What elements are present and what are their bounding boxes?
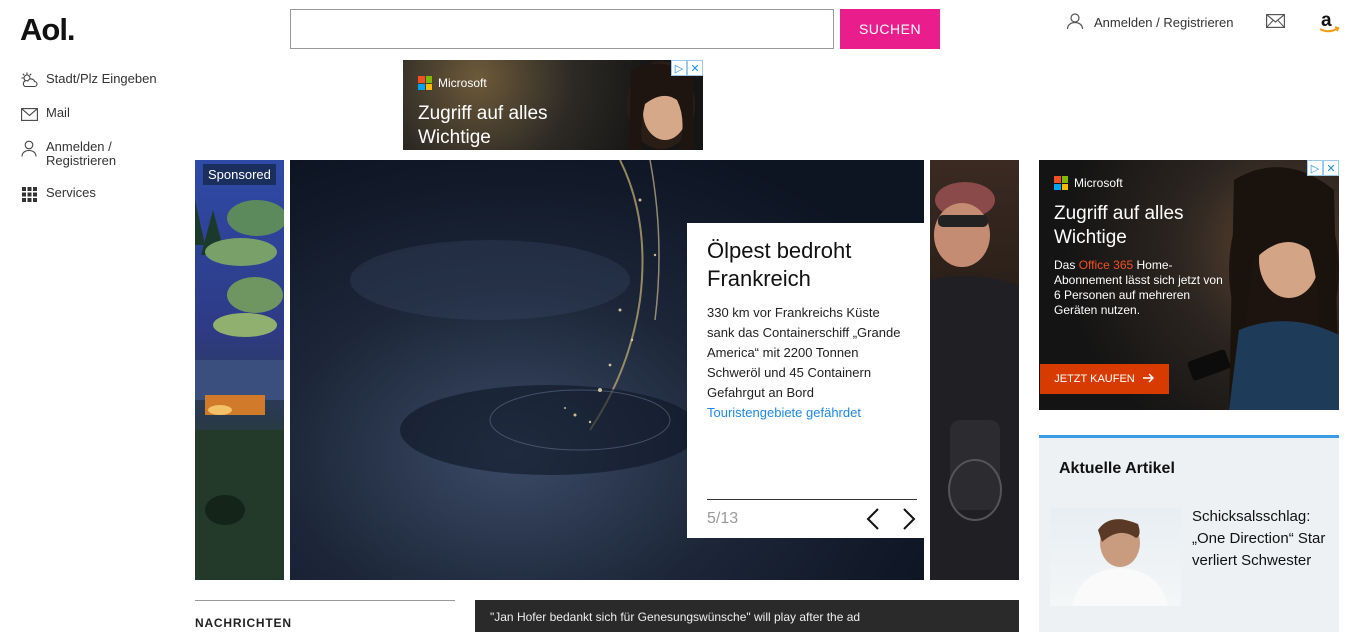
story-headline[interactable]: Ölpest bedroht Frankreich [707, 237, 904, 293]
man-photo-image [930, 182, 1019, 580]
ad-brand-label: Microsoft [1074, 176, 1123, 190]
mail-icon[interactable] [1266, 14, 1285, 33]
ad-close-icon[interactable]: ✕ [687, 60, 703, 76]
section-divider [195, 600, 455, 601]
current-articles-panel: Aktuelle Artikel Schicksalsschlag: „One … [1039, 435, 1339, 632]
sidebar-item-label: Mail [46, 105, 70, 120]
login-register-label: Anmelden / Registrieren [1094, 15, 1234, 30]
svg-text:a: a [1321, 10, 1332, 31]
user-icon [1066, 12, 1084, 33]
ad-close-icon[interactable]: ✕ [1323, 160, 1339, 176]
login-register-link[interactable]: Anmelden / Registrieren [1066, 12, 1233, 33]
sidebar-item-login[interactable]: Anmelden / Registrieren [20, 140, 190, 168]
video-ad-notice: "Jan Hofer bedankt sich für Genesungswün… [475, 600, 1019, 632]
carousel-next-slide[interactable] [930, 160, 1019, 580]
ad-body-part: Das [1054, 258, 1079, 272]
grid-icon [20, 186, 38, 202]
search-button[interactable]: SUCHEN [840, 9, 940, 49]
news-section-label[interactable]: NACHRICHTEN [195, 616, 292, 630]
chevron-right-icon[interactable] [901, 507, 917, 531]
articles-title: Aktuelle Artikel [1059, 460, 1175, 477]
carousel-arrows [865, 507, 917, 531]
sidebar-nav: Stadt/Plz Eingeben Mail Anmelden / Regis… [20, 72, 190, 220]
aol-logo[interactable]: Aol. [20, 12, 76, 48]
sidebar-item-services[interactable]: Services [20, 186, 190, 202]
ad-banner-top[interactable]: Microsoft Zugriff auf alles Wichtige ▷ ✕ [403, 60, 703, 150]
arrow-right-icon [1142, 372, 1155, 386]
sidebar-item-weather[interactable]: Stadt/Plz Eingeben [20, 72, 190, 88]
sidebar-item-mail[interactable]: Mail [20, 106, 190, 122]
microsoft-logo-icon [418, 76, 432, 90]
ad-choices[interactable]: ▷ ✕ [1307, 160, 1339, 176]
ad-info-icon[interactable]: ▷ [671, 60, 687, 76]
story-card: Ölpest bedroht Frankreich 330 km vor Fra… [687, 223, 924, 538]
slide-counter: 5/13 [707, 510, 739, 527]
sidebar-item-label: Stadt/Plz Eingeben [46, 71, 157, 86]
ad-headline: Zugriff auf alles Wichtige [418, 103, 548, 148]
ad-cta-button[interactable]: JETZT KAUFEN [1040, 364, 1169, 394]
story-summary: 330 km vor Frankreichs Küste sank das Co… [707, 305, 901, 400]
user-icon [20, 140, 38, 157]
ad-cta-label: JETZT KAUFEN [1054, 373, 1135, 385]
article-headline-link[interactable]: Schicksalsschlag: „One Direction“ Star v… [1192, 506, 1332, 572]
sidebar-item-label: Anmelden / Registrieren [46, 139, 117, 168]
ad-body-highlight: Office 365 [1078, 258, 1134, 272]
ad-brand: Microsoft [418, 76, 487, 90]
ad-banner-right[interactable]: Microsoft Zugriff auf alles Wichtige Das… [1039, 160, 1339, 410]
ad-choices[interactable]: ▷ ✕ [671, 60, 703, 76]
game-scene-image [195, 200, 284, 580]
sidebar-item-label: Services [46, 185, 96, 200]
carousel-prev-slide[interactable]: Sponsored [195, 160, 284, 580]
story-related-link[interactable]: Touristengebiete gefährdet [707, 403, 904, 422]
search-input[interactable] [290, 9, 834, 49]
ad-headline: Zugriff auf alles Wichtige [1054, 203, 1184, 248]
ad-brand: Microsoft [1054, 176, 1123, 190]
story-footer: 5/13 [707, 499, 917, 538]
ad-brand-label: Microsoft [438, 76, 487, 90]
mail-icon [20, 106, 38, 122]
microsoft-logo-icon [1054, 176, 1068, 190]
ad-body-text: Das Office 365 Home-Abonnement lässt sic… [1054, 258, 1224, 318]
weather-icon [20, 72, 38, 88]
amazon-icon[interactable]: a [1318, 10, 1340, 39]
article-thumbnail[interactable] [1050, 508, 1181, 606]
sponsored-badge: Sponsored [203, 164, 276, 185]
ad-info-icon[interactable]: ▷ [1307, 160, 1323, 176]
chevron-left-icon[interactable] [865, 507, 881, 531]
